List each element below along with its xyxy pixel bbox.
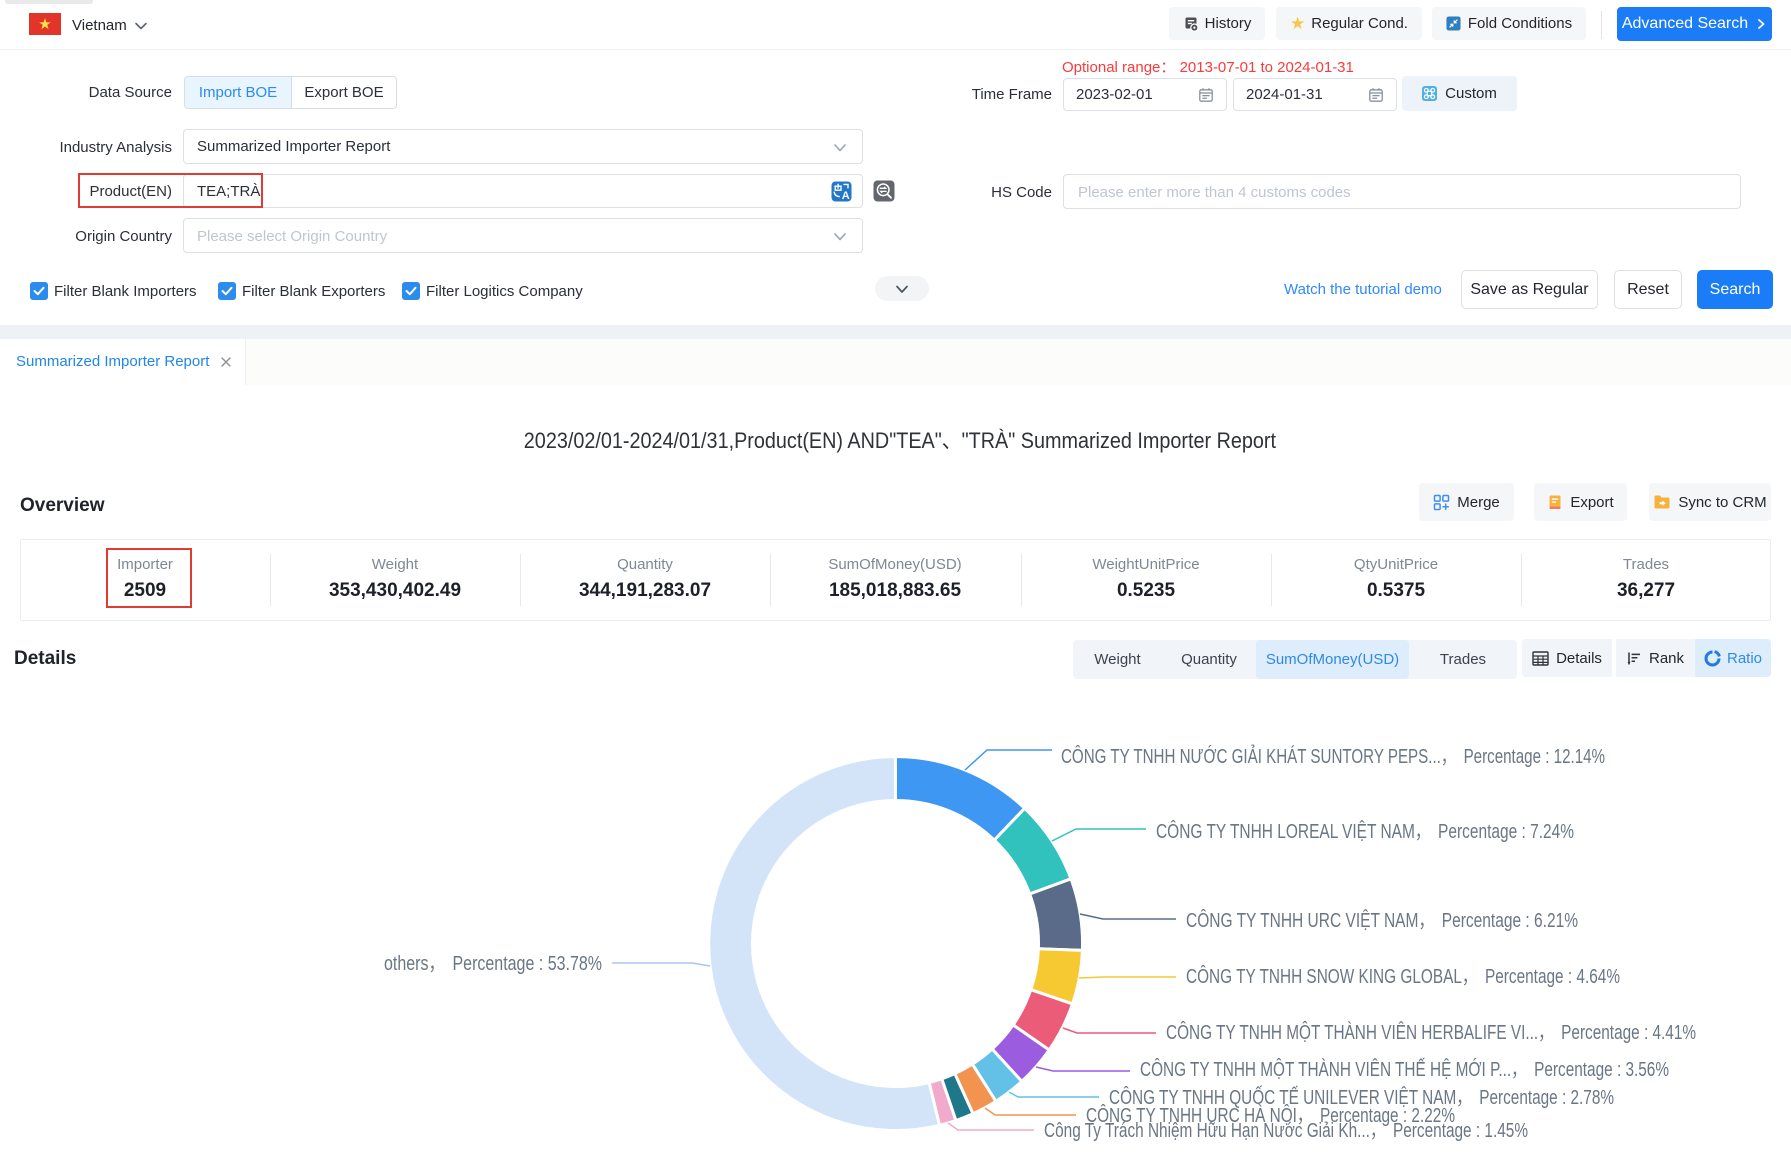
svg-text:Công Ty Trách Nhiệm Hữu Hạn Nư: Công Ty Trách Nhiệm Hữu Hạn Nước Giải Kh… [1044,1120,1528,1142]
svg-text:CÔNG TY TNHH MỘT THÀNH VIÊN TH: CÔNG TY TNHH MỘT THÀNH VIÊN THẾ HỆ MỚI P… [1140,1058,1669,1081]
svg-text:CÔNG TY TNHH LOREAL VIỆT NAM，: CÔNG TY TNHH LOREAL VIỆT NAM， Percentage… [1156,820,1574,843]
svg-text:others， Percentage : 53.78%: others， Percentage : 53.78% [384,953,602,975]
svg-text:CÔNG TY TNHH NƯỚC GIẢI KHÁT SU: CÔNG TY TNHH NƯỚC GIẢI KHÁT SUNTORY PEPS… [1061,745,1605,768]
svg-text:A: A [842,190,850,202]
svg-text:CÔNG TY TNHH MỘT THÀNH VIÊN HE: CÔNG TY TNHH MỘT THÀNH VIÊN HERBALIFE VI… [1166,1021,1696,1044]
svg-text:CÔNG TY TNHH SNOW KING GLOBAL，: CÔNG TY TNHH SNOW KING GLOBAL， Percentag… [1186,965,1620,988]
svg-text:CÔNG TY TNHH URC VIỆT NAM， Per: CÔNG TY TNHH URC VIỆT NAM， Percentage : … [1186,909,1578,932]
